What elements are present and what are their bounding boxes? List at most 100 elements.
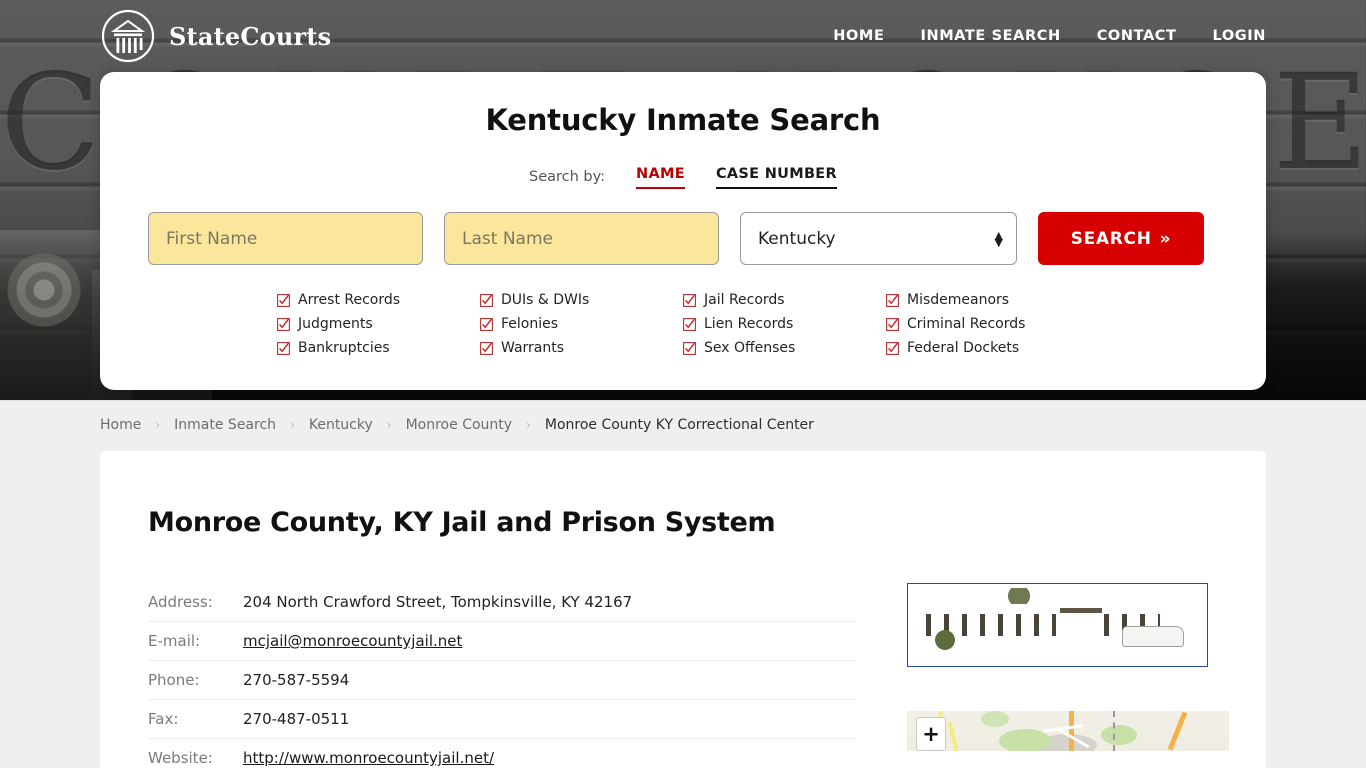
table-row: E-mail: mcjail@monroecountyjail.net bbox=[148, 622, 855, 661]
record-type-item: Arrest Records bbox=[277, 288, 480, 312]
shrub-decoration bbox=[932, 630, 958, 650]
breadcrumb-item-kentucky[interactable]: Kentucky bbox=[309, 417, 373, 433]
location-map[interactable]: + bbox=[907, 711, 1229, 751]
checked-box-icon bbox=[683, 317, 696, 331]
record-type-item: Misdemeanors bbox=[886, 288, 1089, 312]
brand-name: StateCourts bbox=[169, 21, 332, 51]
search-form: Kentucky ▲▼ SEARCH » bbox=[148, 212, 1218, 265]
nav-item-inmate-search[interactable]: INMATE SEARCH bbox=[920, 28, 1060, 44]
record-type-item: Jail Records bbox=[683, 288, 886, 312]
brand-logo-link[interactable]: StateCourts bbox=[100, 8, 331, 64]
breadcrumb-item-home[interactable]: Home bbox=[100, 417, 141, 433]
courthouse-circle-icon bbox=[100, 8, 156, 64]
map-road-orange bbox=[1167, 711, 1188, 751]
record-type-label: Jail Records bbox=[704, 292, 785, 308]
record-type-item: Federal Dockets bbox=[886, 336, 1089, 360]
search-card-title: Kentucky Inmate Search bbox=[485, 103, 881, 137]
checked-box-icon bbox=[277, 341, 290, 355]
checked-box-icon bbox=[277, 293, 290, 307]
first-name-input[interactable] bbox=[148, 212, 423, 265]
record-type-label: Sex Offenses bbox=[704, 340, 796, 356]
record-type-label: Lien Records bbox=[704, 316, 794, 332]
record-type-label: Federal Dockets bbox=[907, 340, 1020, 356]
detail-value-website: http://www.monroecountyjail.net/ bbox=[243, 739, 855, 768]
page-title: Monroe County, KY Jail and Prison System bbox=[148, 507, 776, 538]
detail-label-address: Address: bbox=[148, 593, 213, 611]
hero-banner: COURT HOUSE StateCourts HOME INMATE bbox=[0, 0, 1366, 400]
record-type-item: Warrants bbox=[480, 336, 683, 360]
breadcrumb-bar: Home › Inmate Search › Kentucky › Monroe… bbox=[0, 400, 1366, 448]
checked-box-icon bbox=[683, 341, 696, 355]
nav-item-home[interactable]: HOME bbox=[833, 28, 884, 44]
record-type-item: Judgments bbox=[277, 312, 480, 336]
record-type-label: Arrest Records bbox=[298, 292, 401, 308]
search-button-label: SEARCH bbox=[1070, 228, 1152, 249]
table-row: Website: http://www.monroecountyjail.net… bbox=[148, 739, 855, 768]
table-row: Fax: 270-487-0511 bbox=[148, 700, 855, 739]
last-name-input[interactable] bbox=[444, 212, 719, 265]
facility-detail-layout: Address: 204 North Crawford Street, Tomp… bbox=[148, 583, 1229, 768]
record-type-label: Judgments bbox=[298, 316, 373, 332]
breadcrumb-item-inmate-search[interactable]: Inmate Search bbox=[174, 417, 276, 433]
chevron-right-icon: › bbox=[526, 417, 531, 432]
map-zoom-in-button[interactable]: + bbox=[916, 717, 946, 751]
record-type-item: Sex Offenses bbox=[683, 336, 886, 360]
detail-label-fax: Fax: bbox=[148, 710, 179, 728]
checked-box-icon bbox=[886, 293, 899, 307]
white-van bbox=[1122, 626, 1184, 647]
website-link[interactable]: http://www.monroecountyjail.net/ bbox=[243, 749, 494, 767]
breadcrumb: Home › Inmate Search › Kentucky › Monroe… bbox=[100, 417, 814, 433]
record-type-item: Criminal Records bbox=[886, 312, 1089, 336]
detail-label-email: E-mail: bbox=[148, 632, 201, 650]
breadcrumb-item-monroe-county[interactable]: Monroe County bbox=[406, 417, 512, 433]
inmate-search-card: Kentucky Inmate Search Search by: NAME C… bbox=[100, 72, 1266, 390]
search-button[interactable]: SEARCH » bbox=[1038, 212, 1204, 265]
checked-box-icon bbox=[886, 341, 899, 355]
detail-value-fax: 270-487-0511 bbox=[243, 710, 350, 728]
nav-item-contact[interactable]: CONTACT bbox=[1097, 28, 1177, 44]
page-body: Monroe County, KY Jail and Prison System… bbox=[0, 448, 1366, 768]
record-type-label: Bankruptcies bbox=[298, 340, 390, 356]
detail-label-website: Website: bbox=[148, 749, 213, 767]
double-chevron-right-icon: » bbox=[1159, 228, 1172, 249]
table-row: Phone: 270-587-5594 bbox=[148, 661, 855, 700]
main-navigation: HOME INMATE SEARCH CONTACT LOGIN bbox=[833, 28, 1266, 44]
tab-search-by-case-number[interactable]: CASE NUMBER bbox=[715, 166, 837, 189]
detail-label-phone: Phone: bbox=[148, 671, 200, 689]
record-type-label: Warrants bbox=[501, 340, 565, 356]
table-row: Address: 204 North Crawford Street, Tomp… bbox=[148, 583, 855, 622]
map-road-yellow bbox=[947, 720, 959, 751]
facility-media-column: + bbox=[907, 583, 1229, 768]
checked-box-icon bbox=[683, 293, 696, 307]
state-select[interactable]: Kentucky bbox=[740, 212, 1017, 265]
record-type-label: Felonies bbox=[501, 316, 559, 332]
facility-info-table: Address: 204 North Crawford Street, Tomp… bbox=[148, 583, 855, 768]
map-road-white bbox=[1058, 728, 1090, 749]
tree-decoration bbox=[1002, 588, 1036, 604]
top-header-bar: StateCourts HOME INMATE SEARCH CONTACT L… bbox=[0, 0, 1366, 72]
record-type-list: Arrest Records DUIs & DWIs Jail Records … bbox=[148, 288, 1218, 360]
tab-search-by-name[interactable]: NAME bbox=[636, 166, 685, 189]
detail-value-email: mcjail@monroecountyjail.net bbox=[243, 622, 855, 661]
facility-detail-card: Monroe County, KY Jail and Prison System… bbox=[100, 451, 1266, 768]
map-boundary-dashed bbox=[1113, 711, 1115, 751]
breadcrumb-item-current: Monroe County KY Correctional Center bbox=[544, 416, 814, 433]
checked-box-icon bbox=[480, 317, 493, 331]
email-link[interactable]: mcjail@monroecountyjail.net bbox=[243, 632, 462, 650]
chevron-right-icon: › bbox=[290, 417, 295, 432]
nav-item-login[interactable]: LOGIN bbox=[1213, 28, 1266, 44]
record-type-item: Lien Records bbox=[683, 312, 886, 336]
record-type-item: Bankruptcies bbox=[277, 336, 480, 360]
chevron-right-icon: › bbox=[386, 417, 392, 432]
record-type-label: Misdemeanors bbox=[907, 292, 1010, 308]
checked-box-icon bbox=[480, 341, 493, 355]
checked-box-icon bbox=[277, 317, 290, 331]
state-select-wrapper: Kentucky ▲ ▼ bbox=[740, 212, 1017, 265]
record-type-item: DUIs & DWIs bbox=[480, 288, 683, 312]
map-road-orange bbox=[1069, 711, 1074, 751]
detail-value-address: 204 North Crawford Street, Tompkinsville… bbox=[243, 593, 633, 611]
record-type-label: DUIs & DWIs bbox=[501, 292, 590, 308]
detail-value-phone: 270-587-5594 bbox=[243, 671, 350, 689]
search-by-label: Search by: bbox=[529, 169, 606, 185]
checked-box-icon bbox=[480, 293, 493, 307]
